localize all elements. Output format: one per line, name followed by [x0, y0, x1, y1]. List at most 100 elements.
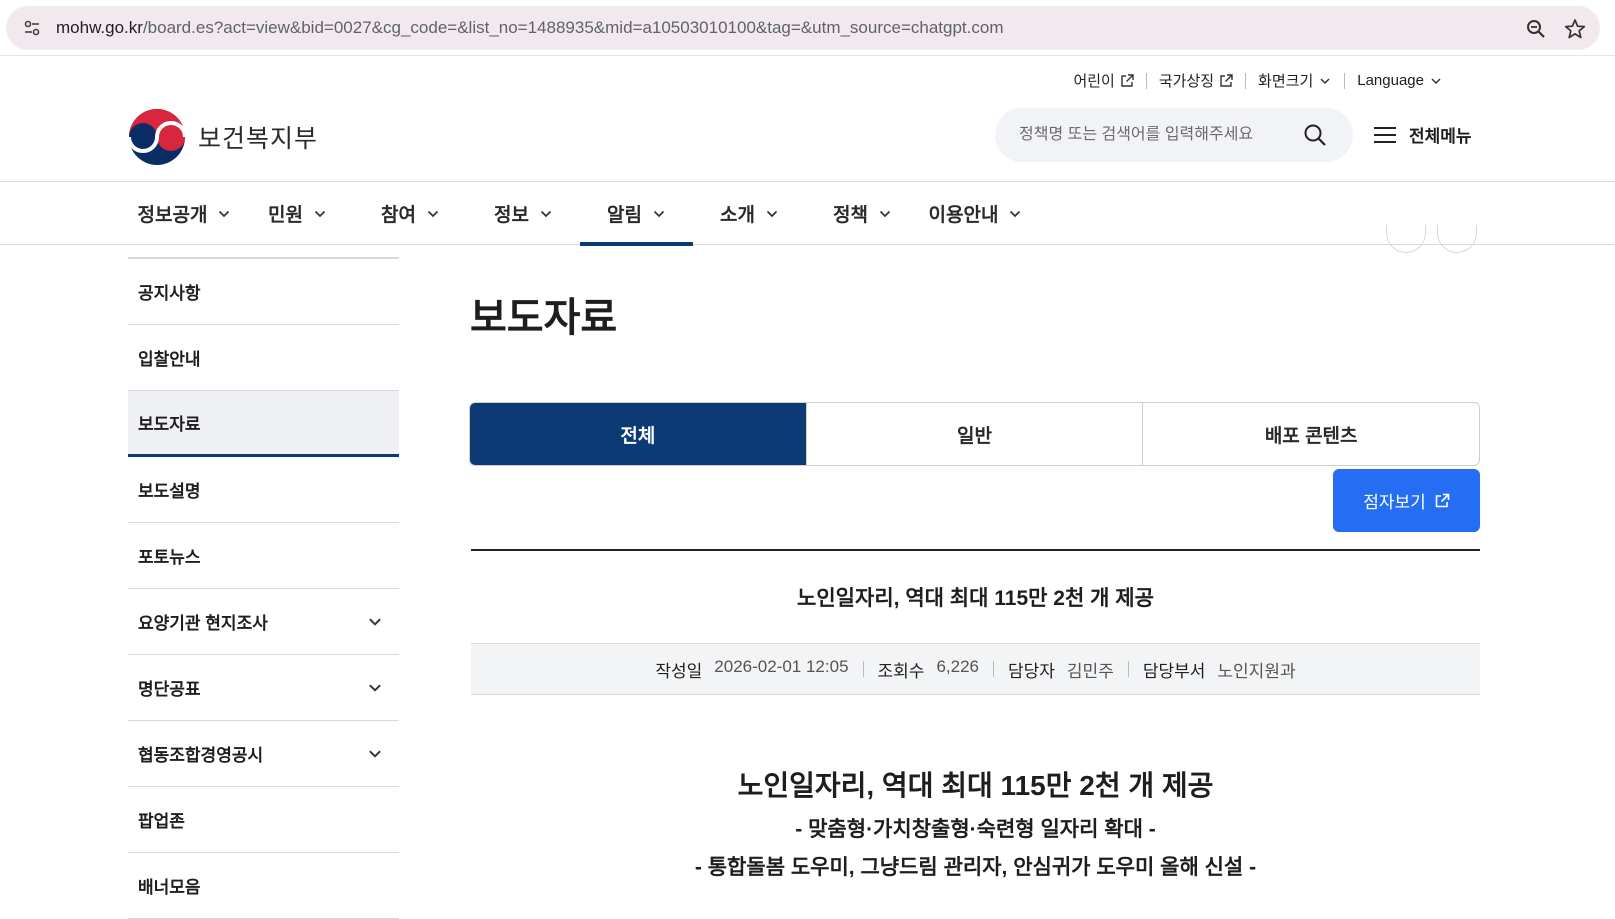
gnb-item[interactable]: 소개 [693, 182, 806, 245]
gnb-item-label: 소개 [720, 205, 755, 226]
main-navigation: 정보공개 민원 참여 정보 알림 소개 정책 이용안내 [0, 181, 1615, 246]
symbols-link-label: 국가상징 [1158, 73, 1215, 90]
all-menu-button[interactable]: 전체메뉴 [1373, 122, 1472, 147]
sidebar-item-label: 요양기관 현지조사 [138, 614, 268, 633]
site-settings-icon[interactable] [22, 18, 42, 38]
search-input[interactable] [1019, 126, 1289, 144]
sidebar-item-label: 협동조합경영공시 [138, 746, 264, 765]
main-navigation-list: 정보공개 민원 참여 정보 알림 소개 정책 이용안내 [128, 182, 1032, 246]
chevron-down-icon [369, 749, 381, 758]
sidebar-item-label: 보도자료 [138, 415, 201, 434]
sidebar-item[interactable]: 입찰안내 [128, 325, 399, 391]
gnb-item-label: 알림 [607, 205, 642, 226]
sidebar-item-label: 입찰안내 [138, 350, 201, 369]
gnb-item[interactable]: 정보공개 [128, 182, 241, 245]
article-title: 노인일자리, 역대 최대 115만 2천 개 제공 [797, 587, 1154, 610]
chevron-down-icon [427, 210, 439, 217]
url-path: /board.es?act=view&bid=0027&cg_code=&lis… [142, 18, 1004, 37]
sidebar-item-label: 포토뉴스 [138, 548, 201, 567]
gnb-item[interactable]: 알림 [580, 182, 693, 246]
sidebar-item-label: 보도설명 [138, 482, 201, 501]
gnb-item-label: 참여 [381, 205, 416, 226]
chevron-down-icon [219, 210, 230, 217]
next-arrow-button[interactable] [1437, 225, 1477, 253]
zoom-icon[interactable] [1525, 18, 1547, 40]
category-tab[interactable]: 전체 [470, 403, 806, 465]
chevron-down-icon [369, 683, 381, 692]
article-meta: 작성일 2026-02-01 12:05 조회수 6,226 담당자 김민주 담… [471, 643, 1480, 695]
search-box [995, 108, 1353, 162]
logo-text: 보건복지부 [198, 125, 319, 153]
braille-view-button[interactable]: 점자보기 [1333, 469, 1480, 532]
gnb-item[interactable]: 이용안내 [919, 182, 1032, 245]
article-body-title: 노인일자리, 역대 최대 115만 2천 개 제공 [737, 770, 1214, 801]
meta-date: 작성일 2026-02-01 12:05 [641, 657, 862, 682]
sidebar-item[interactable]: 배너모음 [128, 853, 399, 919]
external-link-icon [1121, 73, 1134, 87]
kids-link-label: 어린이 [1073, 73, 1115, 90]
article-header: 노인일자리, 역대 최대 115만 2천 개 제공 작성일 2026-02-01… [471, 549, 1480, 695]
sidebar-item-label: 팝업존 [138, 812, 185, 831]
bookmark-star-icon[interactable] [1564, 18, 1586, 40]
chevron-down-icon [1010, 210, 1021, 217]
language-label: Language [1357, 72, 1424, 89]
sidebar-item[interactable]: 보도자료 [128, 391, 399, 457]
hamburger-menu-icon [1374, 126, 1396, 143]
gnb-item[interactable]: 참여 [354, 182, 467, 245]
sidebar-item[interactable]: 협동조합경영공시 [128, 721, 399, 787]
meta-person: 담당자 김민주 [994, 657, 1128, 682]
sidebar-item-label: 공지사항 [138, 284, 201, 303]
chevron-down-icon [540, 210, 552, 217]
sidebar-item[interactable]: 보도설명 [128, 457, 399, 523]
chevron-down-icon [879, 210, 891, 217]
gnb-item-label: 정보공개 [137, 205, 208, 226]
chevron-down-icon [653, 210, 665, 217]
article-body-subtitle-1: - 맞춤형·가치창출형·숙련형 일자리 확대 - [795, 818, 1156, 841]
side-navigation: 공지사항입찰안내보도자료보도설명포토뉴스요양기관 현지조사명단공표협동조합경영공… [128, 257, 399, 919]
sidebar-item[interactable]: 포토뉴스 [128, 523, 399, 589]
meta-person-label: 담당자 [1008, 661, 1055, 681]
article-body-subtitle-2: - 통합돌봄 도우미, 그냥드림 관리자, 안심귀가 도우미 올해 신설 - [694, 856, 1257, 879]
all-menu-label: 전체메뉴 [1409, 127, 1472, 146]
search-icon[interactable] [1303, 123, 1327, 147]
sidebar-item[interactable]: 명단공표 [128, 655, 399, 721]
symbols-link[interactable]: 국가상징 [1147, 70, 1245, 91]
sidebar-item[interactable]: 팝업존 [128, 787, 399, 853]
meta-views-label: 조회수 [877, 661, 925, 681]
meta-views: 조회수 6,226 [864, 657, 993, 682]
chevron-down-icon [1320, 77, 1330, 84]
category-tab[interactable]: 배포 콘텐츠 [1142, 403, 1479, 465]
prev-arrow-button[interactable] [1386, 225, 1426, 253]
chevron-down-icon [1431, 77, 1441, 84]
language-dropdown[interactable]: Language [1345, 72, 1455, 89]
kids-link[interactable]: 어린이 [1061, 70, 1145, 91]
gnb-item-label: 정책 [833, 205, 868, 226]
browser-toolbar: mohw.go.kr/board.es?act=view&bid=0027&cg… [0, 0, 1615, 56]
category-tabs: 전체 일반 배포 콘텐츠 [469, 402, 1480, 466]
url-text[interactable]: mohw.go.kr/board.es?act=view&bid=0027&cg… [56, 18, 1004, 38]
braille-view-label: 점자보기 [1363, 493, 1426, 512]
gnb-item[interactable]: 정책 [806, 182, 919, 245]
sidebar-item[interactable]: 공지사항 [128, 259, 399, 325]
gnb-item-label: 민원 [268, 205, 303, 226]
category-tab[interactable]: 일반 [805, 403, 1143, 465]
meta-date-value: 2026-02-01 12:05 [714, 656, 849, 676]
meta-dept: 담당부서 노인지원과 [1129, 657, 1310, 682]
taegeuk-logo-icon [128, 109, 186, 165]
gnb-item[interactable]: 민원 [241, 182, 354, 245]
meta-dept-value: 노인지원과 [1217, 661, 1296, 681]
chevron-down-icon [314, 210, 326, 217]
sidebar-item-label: 배너모음 [138, 878, 201, 897]
address-bar[interactable]: mohw.go.kr/board.es?act=view&bid=0027&cg… [6, 6, 1600, 50]
site-logo[interactable]: 보건복지부 [128, 108, 318, 166]
sidebar-item[interactable]: 요양기관 현지조사 [128, 589, 399, 655]
chevron-down-icon [766, 210, 778, 217]
screen-size-dropdown[interactable]: 화면크기 [1246, 70, 1344, 91]
gnb-item-label: 이용안내 [928, 205, 999, 226]
screen-size-label: 화면크기 [1258, 73, 1314, 90]
utility-links: 어린이 국가상징 화면크기 Language [1061, 70, 1455, 91]
gnb-item[interactable]: 정보 [467, 182, 580, 245]
meta-views-value: 6,226 [936, 656, 979, 676]
meta-dept-label: 담당부서 [1142, 661, 1206, 681]
sidebar-item-label: 명단공표 [138, 680, 201, 699]
